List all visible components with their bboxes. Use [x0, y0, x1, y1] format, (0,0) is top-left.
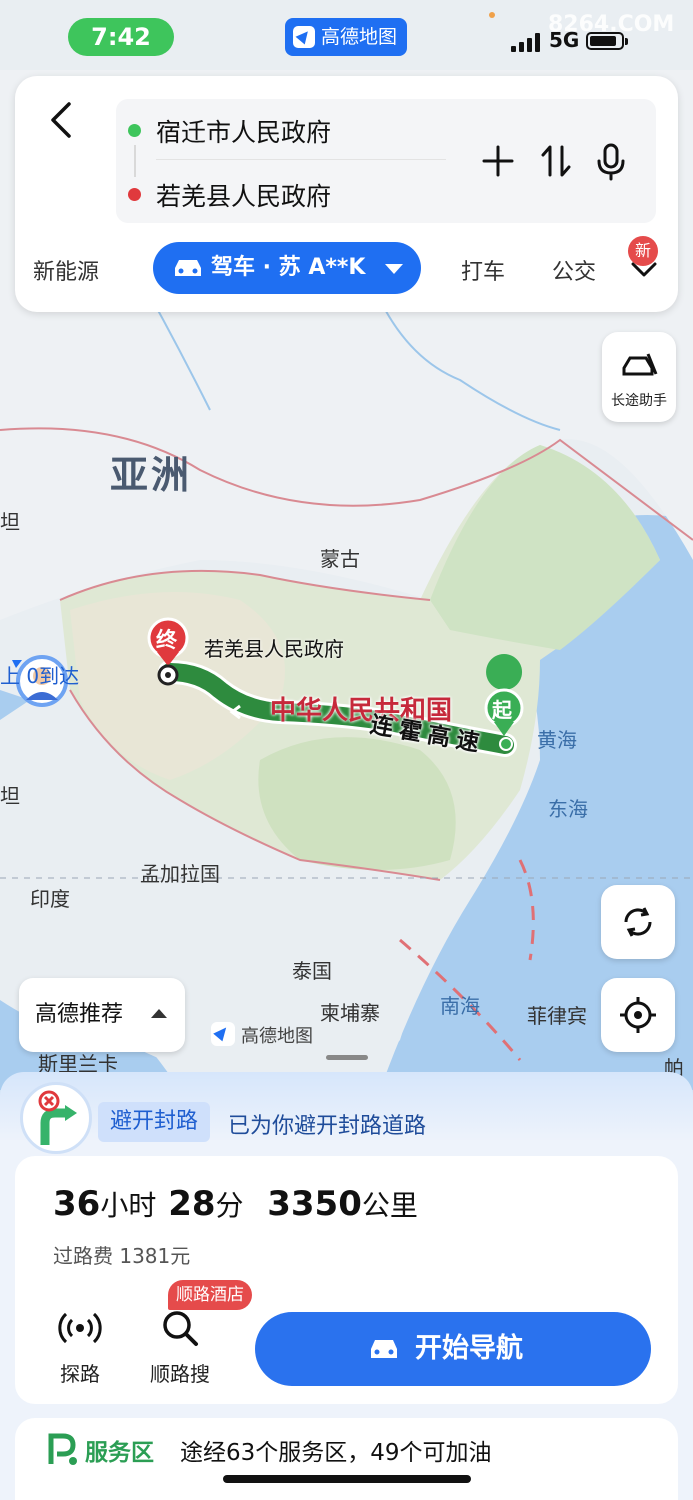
- origin-field[interactable]: 宿迁市人民政府: [156, 113, 331, 149]
- start-navigation-label: 开始导航: [415, 1333, 523, 1364]
- car-icon: [371, 1340, 397, 1358]
- long-trip-assistant-button[interactable]: 长途助手: [602, 332, 676, 422]
- map-label-philippines: 菲律宾: [527, 1004, 587, 1028]
- tab-new-energy[interactable]: 新能源: [33, 254, 99, 286]
- privacy-indicator: [489, 12, 495, 18]
- long-trip-label: 长途助手: [611, 393, 667, 409]
- map-label-cambodia: 柬埔寨: [320, 1001, 380, 1025]
- avoid-closure-tag: 避开封路: [98, 1102, 211, 1142]
- toll-fee: 过路费 1381元: [53, 1244, 191, 1268]
- map-logo-text: 高德地图: [241, 1026, 313, 1047]
- tab-drive[interactable]: 驾车 · 苏 A**K: [153, 242, 421, 294]
- home-indicator[interactable]: [223, 1475, 471, 1483]
- amap-logo-icon: [211, 1022, 235, 1046]
- map-label-asia: 亚洲: [110, 453, 193, 497]
- end-marker-label: 终: [156, 628, 177, 652]
- along-route-search-button[interactable]: 顺路搜: [145, 1306, 215, 1386]
- route-preference-dropdown[interactable]: 高德推荐: [19, 978, 185, 1052]
- map-label-thailand: 泰国: [292, 959, 332, 983]
- along-route-hotel-tag: 顺路酒店: [168, 1280, 252, 1310]
- route-bottom-sheet: 避开封路 已为你避开封路道路 36小时 28分 3350公里 过路费 1381元…: [0, 1072, 693, 1500]
- probe-icon: [58, 1312, 102, 1344]
- destination-dot: [128, 188, 141, 201]
- route-eta: 36小时 28分 3350公里: [53, 1184, 418, 1224]
- route-distance: 3350: [267, 1184, 362, 1224]
- mic-icon[interactable]: [591, 139, 631, 183]
- long-trip-icon: [622, 353, 658, 376]
- locate-icon: [620, 997, 656, 1033]
- road-closure-icon: [20, 1082, 92, 1154]
- status-time: 7:42: [68, 18, 174, 56]
- status-bar: 7:42 高德地图 8264.COM 5G: [0, 0, 693, 72]
- map-label-yellow-sea: 黄海: [537, 728, 577, 752]
- parking-icon: [48, 1433, 77, 1465]
- battery-icon: [586, 32, 628, 50]
- refresh-icon: [624, 907, 652, 937]
- start-marker-label: 起: [492, 698, 512, 722]
- amap-logo-icon: [293, 26, 315, 48]
- signal-icon: [511, 30, 547, 52]
- network-type: 5G: [549, 28, 580, 52]
- app-badge[interactable]: 高德地图: [285, 18, 407, 56]
- road-closure-notice[interactable]: 避开封路 已为你避开封路道路: [20, 1082, 640, 1154]
- minutes-unit: 分: [215, 1189, 244, 1222]
- swap-icon[interactable]: [536, 139, 576, 183]
- along-route-search-label: 顺路搜: [150, 1362, 210, 1386]
- map-label-bottom-left-edge: 坦: [0, 784, 20, 808]
- map-watermark: 高德地图: [211, 1022, 313, 1048]
- duration-minutes: 28: [168, 1184, 216, 1224]
- locate-button[interactable]: [601, 978, 675, 1052]
- back-icon[interactable]: [43, 98, 83, 142]
- refresh-route-button[interactable]: [601, 885, 675, 959]
- travel-mode-bar: 新能源 驾车 · 苏 A**K 打车 公交: [15, 240, 678, 298]
- service-area-label: 服务区: [85, 1440, 154, 1466]
- map-label-south-china-sea: 南海: [440, 994, 480, 1018]
- avoid-closure-text: 已为你避开封路道路: [228, 1114, 427, 1139]
- app-badge-label: 高德地图: [321, 26, 398, 48]
- map-label-india: 印度: [30, 887, 70, 911]
- sheet-drag-handle[interactable]: [326, 1055, 368, 1060]
- map-label-mongolia: 蒙古: [320, 547, 360, 571]
- service-area-text: 途经63个服务区，49个可加油: [180, 1440, 492, 1466]
- route-divider: [156, 159, 446, 160]
- route-connector: [134, 145, 136, 177]
- plus-icon[interactable]: [478, 139, 518, 183]
- probe-route-button[interactable]: 探路: [45, 1306, 115, 1386]
- route-inputs: 宿迁市人民政府 若羌县人民政府: [116, 99, 656, 223]
- hours-unit: 小时: [100, 1189, 157, 1222]
- start-navigation-button[interactable]: 开始导航: [255, 1312, 651, 1386]
- chevron-down-icon: [385, 264, 403, 274]
- arrival-hint: 上 0到达: [0, 664, 80, 688]
- origin-dot: [128, 124, 141, 137]
- map-label-bangladesh: 孟加拉国: [140, 862, 220, 886]
- chevron-up-icon: [151, 1009, 167, 1018]
- tab-taxi[interactable]: 打车: [461, 254, 505, 286]
- car-icon: [175, 260, 201, 276]
- duration-hours: 36: [53, 1184, 101, 1224]
- destination-field[interactable]: 若羌县人民政府: [156, 177, 331, 213]
- map-label-left-edge: 坦: [0, 510, 20, 534]
- destination-map-label: 若羌县人民政府: [204, 637, 344, 661]
- distance-unit: 公里: [361, 1189, 418, 1222]
- route-card: 宿迁市人民政府 若羌县人民政府 新能源 驾车 · 苏 A**K 打车 公交: [15, 76, 678, 312]
- tab-bus[interactable]: 公交: [552, 254, 608, 286]
- map-label-east-china-sea: 东海: [548, 797, 588, 821]
- new-badge: 新: [628, 236, 658, 266]
- search-icon: [163, 1311, 198, 1346]
- route-preference-label: 高德推荐: [35, 1002, 124, 1027]
- tab-drive-label: 驾车 · 苏 A**K: [211, 255, 366, 280]
- probe-label: 探路: [60, 1362, 100, 1386]
- route-summary-card[interactable]: 36小时 28分 3350公里 过路费 1381元 探路 顺路搜 顺路酒店 开始…: [15, 1156, 678, 1404]
- service-area-row[interactable]: 服务区 途经63个服务区，49个可加油: [15, 1418, 678, 1500]
